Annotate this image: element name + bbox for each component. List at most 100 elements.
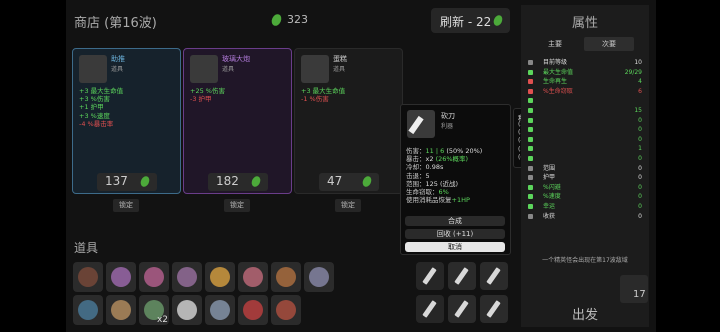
stat-row[interactable]: %闪避 0 bbox=[528, 184, 642, 192]
weapon-slot[interactable] bbox=[480, 262, 508, 290]
item-icon bbox=[243, 300, 263, 320]
weapon-slot[interactable] bbox=[480, 295, 508, 323]
material-count: 323 bbox=[287, 13, 308, 26]
weapon-slot[interactable] bbox=[416, 295, 444, 323]
stat-row[interactable]: 护甲 0 bbox=[528, 174, 642, 182]
tab-primary[interactable]: 主要 bbox=[530, 37, 580, 51]
inventory-item[interactable] bbox=[106, 295, 136, 325]
stat-icon bbox=[528, 165, 533, 171]
stat-row[interactable]: %速度 0 bbox=[528, 193, 642, 201]
stat-icon bbox=[528, 136, 533, 142]
machete-icon bbox=[454, 300, 469, 318]
stat-icon bbox=[528, 127, 533, 133]
stat-label: %生命窃取 bbox=[543, 87, 573, 95]
stat-icon bbox=[528, 184, 533, 190]
stat-row[interactable]: 15 bbox=[528, 107, 642, 115]
item-image bbox=[79, 55, 107, 83]
stat-icon bbox=[528, 88, 533, 94]
inventory-item[interactable] bbox=[271, 262, 301, 292]
machete-icon bbox=[407, 110, 435, 138]
inventory-item[interactable] bbox=[238, 295, 268, 325]
stat-value: 0 bbox=[638, 116, 642, 124]
item-name: 助推 bbox=[111, 55, 125, 63]
inventory-item[interactable] bbox=[73, 262, 103, 292]
buy-button[interactable]: 182 bbox=[208, 173, 268, 191]
item-icon bbox=[309, 267, 329, 287]
tab-secondary[interactable]: 次要 bbox=[584, 37, 634, 51]
inventory-item[interactable] bbox=[205, 295, 235, 325]
weapon-slot[interactable] bbox=[448, 295, 476, 323]
stat-value: 0 bbox=[638, 183, 642, 191]
stat-value: 0 bbox=[638, 164, 642, 172]
stat-label: 目前等级 bbox=[543, 59, 568, 66]
stat-row[interactable]: 幸运 0 bbox=[528, 203, 642, 211]
weapon-slot[interactable] bbox=[448, 262, 476, 290]
inventory-item[interactable] bbox=[205, 262, 235, 292]
stat-row[interactable]: 范围 0 bbox=[528, 165, 642, 173]
item-icon bbox=[111, 300, 131, 320]
item-icon bbox=[78, 300, 98, 320]
stat-row[interactable]: 目前等级 10 bbox=[528, 59, 642, 67]
shop-card[interactable]: 玻璃大炮 道具 +25 %伤害 -3 护甲 182 bbox=[183, 48, 292, 194]
stat-label: %闪避 bbox=[543, 183, 561, 191]
item-icon bbox=[78, 267, 98, 287]
stat-value: 0 bbox=[638, 193, 642, 201]
combine-button[interactable]: 合成 bbox=[405, 216, 505, 226]
lock-button[interactable]: 锁定 bbox=[335, 199, 361, 212]
inventory-item[interactable] bbox=[304, 262, 334, 292]
item-icon bbox=[111, 267, 131, 287]
inventory-item[interactable] bbox=[172, 262, 202, 292]
inventory-item[interactable] bbox=[238, 262, 268, 292]
buy-button[interactable]: 47 bbox=[319, 173, 379, 191]
stat-icon bbox=[528, 60, 533, 65]
stat-icon bbox=[528, 98, 533, 104]
shop-card[interactable]: 助推 道具 +3 最大生命值 +3 %伤害 +1 护甲 +3 %速度 -4 %暴击率 137 bbox=[72, 48, 181, 194]
stat-row[interactable]: %生命窃取 6 bbox=[528, 88, 642, 96]
inventory-item[interactable] bbox=[106, 262, 136, 292]
inventory-item[interactable] bbox=[73, 295, 103, 325]
stat-icon bbox=[528, 194, 533, 200]
stat-row[interactable]: 收获 0 bbox=[528, 213, 642, 221]
inventory-item[interactable] bbox=[271, 295, 301, 325]
inventory-item[interactable]: x2 bbox=[139, 295, 169, 325]
stat-value: 4 bbox=[638, 78, 642, 86]
item-stat: +3 %速度 bbox=[79, 111, 110, 120]
stat-row[interactable]: 最大生命值 29/29 bbox=[528, 69, 642, 77]
material-icon bbox=[139, 174, 151, 189]
item-icon bbox=[276, 300, 296, 320]
item-stat: -3 护甲 bbox=[190, 95, 212, 104]
lock-button[interactable]: 锁定 bbox=[224, 199, 250, 212]
inventory-item[interactable] bbox=[139, 262, 169, 292]
item-image bbox=[301, 55, 329, 83]
shop-title: 商店 (第16波) bbox=[74, 16, 157, 31]
stat-row[interactable] bbox=[528, 97, 642, 105]
stat-value: 15 bbox=[634, 107, 642, 114]
stat-value: 0 bbox=[638, 212, 642, 220]
weapon-slot[interactable] bbox=[416, 262, 444, 290]
item-icon bbox=[210, 267, 230, 287]
stat-row[interactable]: 1 bbox=[528, 145, 642, 153]
stat-row[interactable]: 0 bbox=[528, 117, 642, 125]
item-stats: +3 最大生命值 -1 %伤害 bbox=[301, 87, 345, 103]
stat-icon bbox=[528, 146, 533, 152]
item-stat: +3 最大生命值 bbox=[301, 87, 346, 95]
stat-icon bbox=[528, 156, 533, 161]
price-label: 137 bbox=[105, 174, 128, 188]
shop-card[interactable]: 蛋糕 道具 +3 最大生命值 -1 %伤害 47 bbox=[294, 48, 403, 194]
inventory-item[interactable] bbox=[172, 295, 202, 325]
stat-row[interactable]: 0 bbox=[528, 155, 642, 163]
stat-row[interactable]: 生命再生 4 bbox=[528, 78, 642, 86]
item-stack-count: x2 bbox=[156, 315, 168, 325]
item-type: 道具 bbox=[222, 66, 235, 73]
cancel-button[interactable]: 取消 bbox=[405, 242, 505, 252]
price-label: 47 bbox=[327, 174, 343, 188]
go-button[interactable]: 出发 bbox=[521, 305, 649, 327]
stat-row[interactable]: 0 bbox=[528, 136, 642, 144]
stat-row[interactable]: 0 bbox=[528, 126, 642, 134]
refresh-button[interactable]: 刷新 - 22 bbox=[431, 8, 510, 33]
lock-button[interactable]: 锁定 bbox=[113, 199, 139, 212]
stat-value: 6 bbox=[638, 87, 642, 95]
stat-value: 0 bbox=[638, 174, 642, 182]
recycle-button[interactable]: 回收 (+11) bbox=[405, 229, 505, 239]
buy-button[interactable]: 137 bbox=[97, 173, 157, 191]
